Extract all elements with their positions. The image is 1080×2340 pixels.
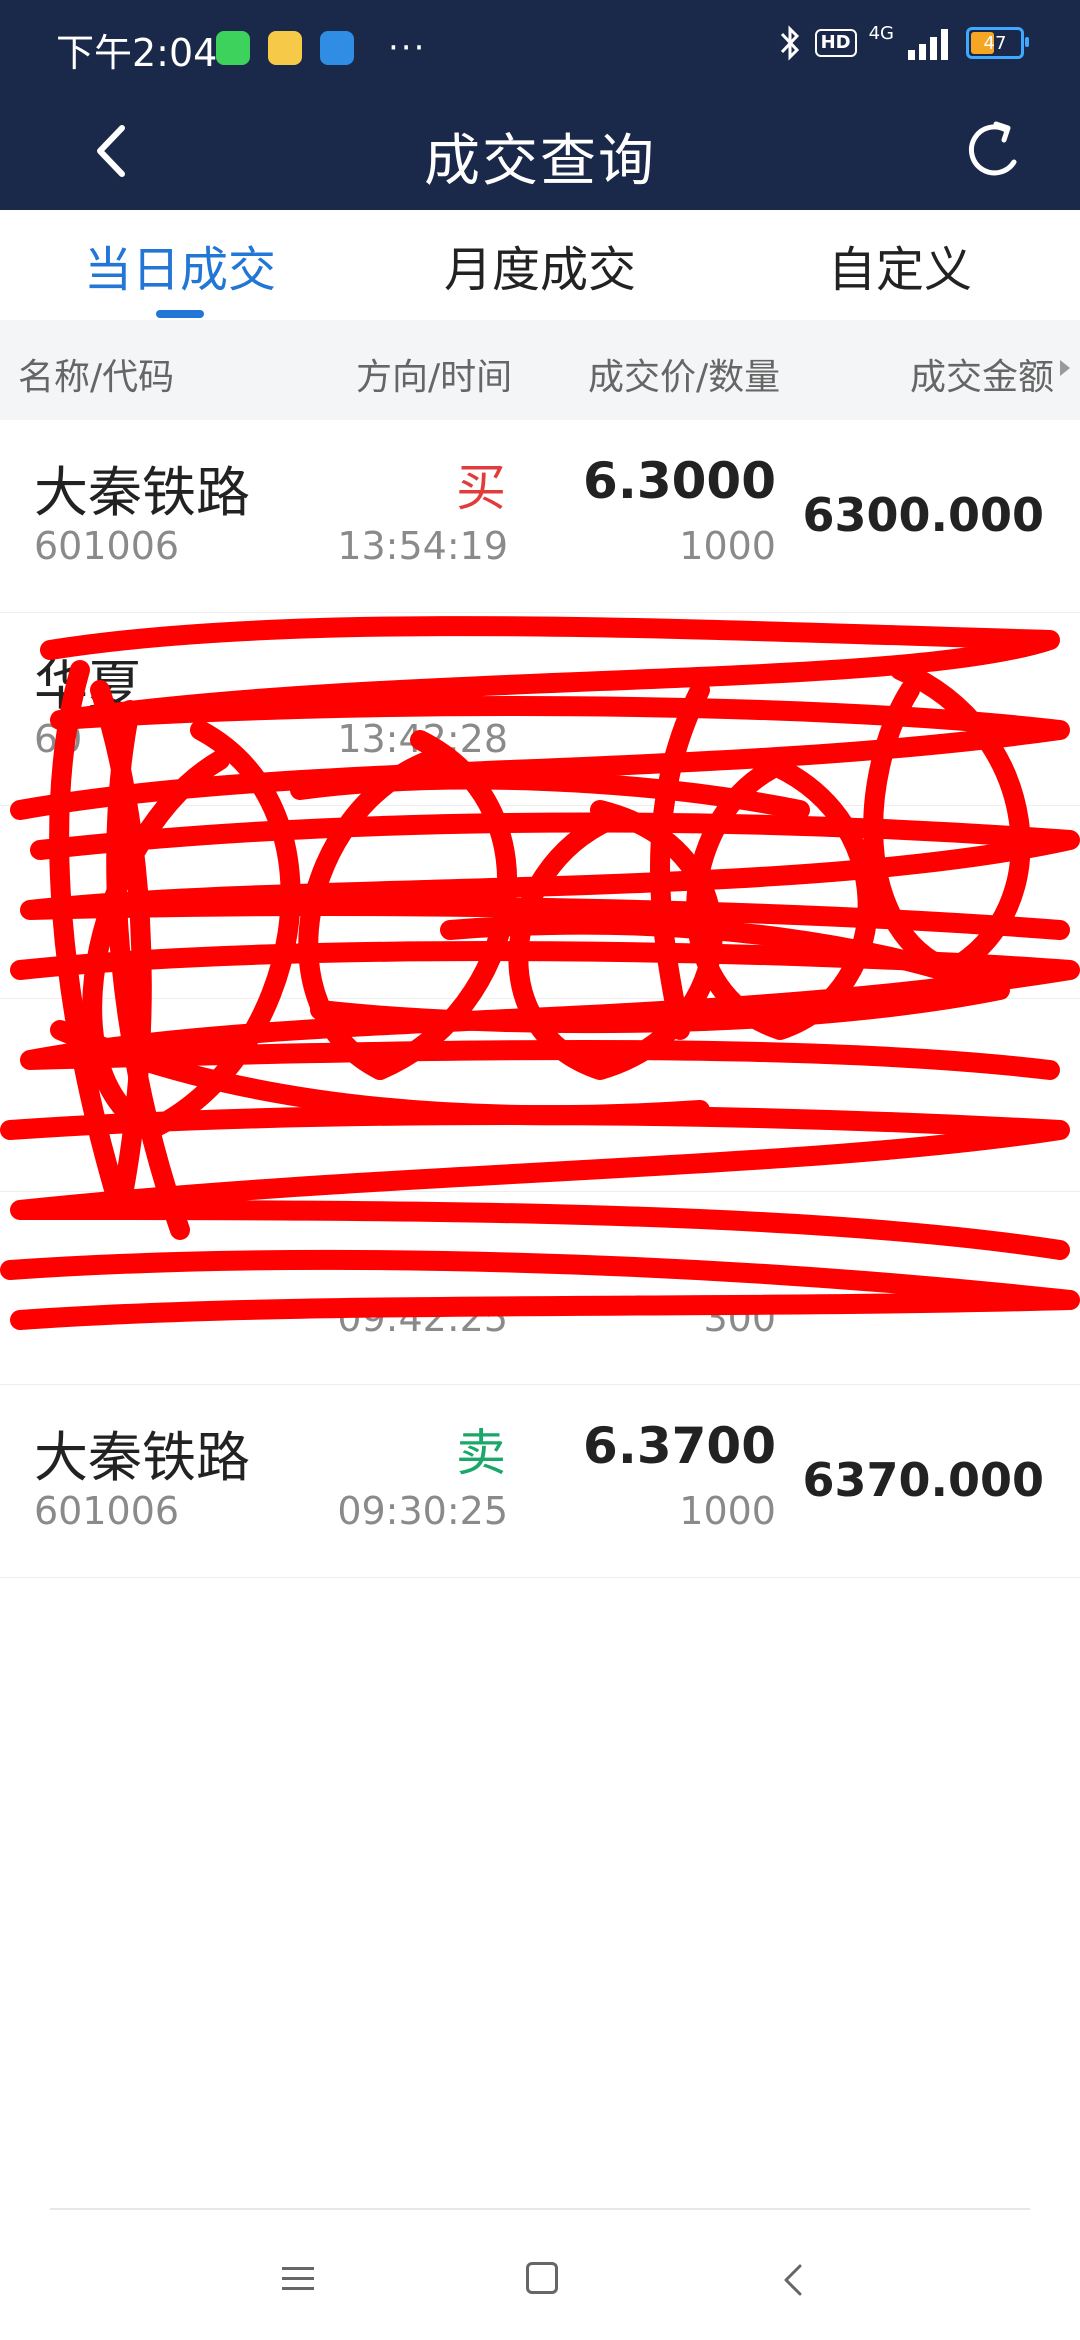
trade-time: 09:42:25: [337, 1296, 508, 1340]
tab-monthly-trades[interactable]: 月度成交: [390, 230, 690, 300]
more-notifications-icon: ···: [388, 28, 427, 68]
trade-quantity: 1000: [679, 1489, 776, 1533]
meituan-icon: [268, 31, 302, 65]
battery-level: 47: [983, 32, 1007, 54]
stock-code: 60: [34, 717, 83, 761]
status-time: 下午2:04: [56, 31, 218, 75]
battery-icon: 47: [966, 27, 1029, 59]
trade-direction: 卖: [456, 1424, 506, 1482]
status-bar: 下午2:04 ··· HD 4G 47: [0, 0, 1080, 96]
trade-row[interactable]: [0, 999, 1080, 1192]
stock-name: 大秦铁路: [34, 461, 250, 524]
trade-time: 13:54:19: [337, 524, 508, 568]
column-direction-time: 方向/时间: [356, 357, 513, 398]
stock-code: 601006: [34, 1489, 180, 1533]
page-title: 成交查询: [424, 129, 656, 194]
trade-time: 13:42:28: [337, 717, 508, 761]
trade-direction: 买: [456, 459, 506, 517]
tab-custom[interactable]: 自定义: [750, 230, 1050, 300]
bluetooth-icon: [780, 25, 799, 61]
signal-icon: [908, 29, 948, 60]
network-type: 4G: [868, 22, 894, 44]
column-price-quantity: 成交价/数量: [588, 357, 781, 398]
trade-row[interactable]: 华夏 60 13:42:28: [0, 613, 1080, 806]
trade-row[interactable]: [0, 806, 1080, 999]
tab-daily-trades[interactable]: 当日成交: [30, 230, 330, 300]
trade-amount: 6370.000: [802, 1453, 1044, 1507]
status-app-icons: ···: [216, 28, 426, 68]
trade-row[interactable]: 09:42:25 300: [0, 1192, 1080, 1385]
system-nav-bar: [0, 2200, 1080, 2340]
status-right: HD 4G 47: [777, 22, 1029, 62]
browser-icon: [320, 31, 354, 65]
trade-amount: 6300.000: [802, 488, 1044, 542]
column-name-code: 名称/代码: [18, 357, 175, 398]
menu-icon[interactable]: [280, 2264, 316, 2294]
trade-time: 09:30:25: [337, 1489, 508, 1533]
home-icon[interactable]: [526, 2262, 558, 2294]
header-bar: 成交查询: [0, 96, 1080, 210]
refresh-icon[interactable]: [954, 110, 1036, 192]
trade-row[interactable]: 大秦铁路 601006 卖 09:30:25 6.3700 1000 6370.…: [0, 1385, 1080, 1578]
trade-price: 6.3000: [583, 452, 776, 510]
stock-code: 601006: [34, 524, 180, 568]
scroll-right-icon[interactable]: [1060, 360, 1070, 376]
trade-quantity: 300: [703, 1296, 776, 1340]
tab-bar: 当日成交 月度成交 自定义: [0, 210, 1080, 321]
trade-row[interactable]: 大秦铁路 601006 买 13:54:19 6.3000 1000 6300.…: [0, 420, 1080, 613]
stock-name: 华夏: [34, 654, 142, 717]
divider: [50, 2208, 1030, 2210]
trade-list: 大秦铁路 601006 买 13:54:19 6.3000 1000 6300.…: [0, 420, 1080, 1578]
stock-name: 大秦铁路: [34, 1426, 250, 1489]
back-icon[interactable]: [778, 2260, 808, 2300]
hd-icon: HD: [814, 29, 857, 57]
column-header: 名称/代码 方向/时间 成交价/数量 成交金额: [0, 320, 1080, 420]
column-amount: 成交金额: [910, 357, 1055, 398]
wechat-icon: [216, 31, 250, 65]
trade-price: 6.3700: [583, 1417, 776, 1475]
active-tab-indicator: [156, 310, 204, 318]
trade-quantity: 1000: [679, 524, 776, 568]
